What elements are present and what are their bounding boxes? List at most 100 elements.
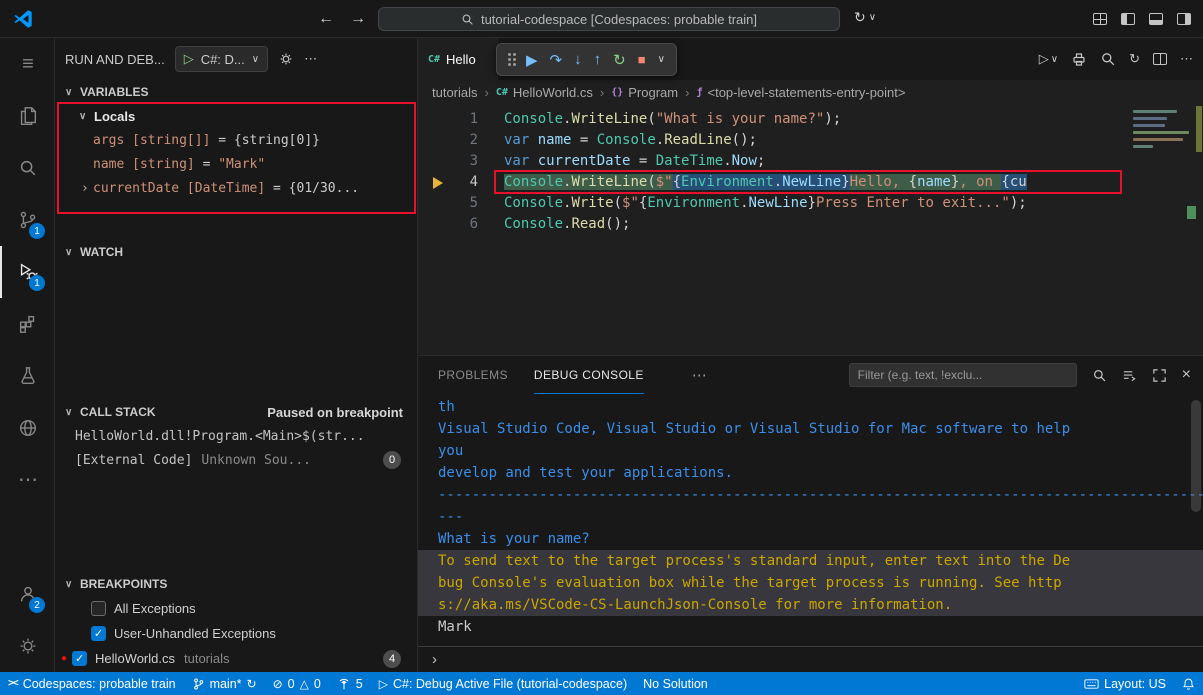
ports-status[interactable]: 5	[329, 672, 371, 695]
stop-button[interactable]: ■	[638, 52, 646, 67]
checkbox[interactable]: ✓	[72, 651, 87, 666]
code-text: Console.Write($"{Environment.NewLine}Pre…	[504, 193, 1027, 214]
refresh-icon[interactable]: ↻	[1129, 51, 1140, 67]
source-control-tab[interactable]: 1	[0, 194, 54, 246]
breakpoint-row[interactable]: All Exceptions	[55, 596, 417, 621]
code-line[interactable]: 4Console.WriteLine($"{Environment.NewLin…	[418, 172, 1203, 193]
editor-tab-helloworld[interactable]: C# Hello	[418, 38, 498, 80]
extensions-tab[interactable]	[0, 298, 54, 350]
watch-header[interactable]: ∨ WATCH	[55, 240, 417, 264]
code-editor[interactable]: 1Console.WriteLine("What is your name?")…	[418, 104, 1203, 355]
checkbox[interactable]: ✓	[91, 626, 106, 641]
debug-status[interactable]: ▷ C#: Debug Active File (tutorial-codesp…	[371, 672, 635, 695]
find-icon[interactable]	[1092, 368, 1107, 383]
remote-indicator[interactable]: >< Codespaces: probable train	[0, 672, 184, 695]
sync-dropdown[interactable]: ↻∨	[854, 9, 876, 26]
code-lines: 1Console.WriteLine("What is your name?")…	[418, 109, 1203, 235]
breakpoint-row[interactable]: ✓User-Unhandled Exceptions	[55, 621, 417, 646]
step-out-button[interactable]: ↑	[594, 51, 602, 68]
start-debug-icon[interactable]: ▷	[184, 51, 194, 67]
testing-tab[interactable]	[0, 350, 54, 402]
settings-button[interactable]	[0, 620, 54, 672]
minimap[interactable]	[1127, 106, 1203, 355]
notifications-bell[interactable]	[1174, 672, 1203, 695]
more-views-button[interactable]: ⋯	[0, 454, 54, 506]
gutter[interactable]	[418, 193, 444, 214]
gutter[interactable]	[418, 109, 444, 130]
code-line[interactable]: 6Console.Read();	[418, 214, 1203, 235]
accounts-button[interactable]: 2	[0, 568, 54, 620]
remote-icon: ><	[8, 678, 18, 689]
callstack-frame[interactable]: [External Code]Unknown Sou...0	[55, 448, 417, 472]
callstack-frame[interactable]: HelloWorld.dll!Program.<Main>$(str...	[55, 424, 417, 448]
problems-status[interactable]: ⊘0 △0	[265, 672, 329, 695]
gutter[interactable]	[418, 172, 444, 193]
clear-console-icon[interactable]	[1122, 368, 1137, 383]
line-number: 3	[444, 151, 478, 172]
panel-tab-debug-console[interactable]: DEBUG CONSOLE	[534, 356, 644, 394]
gutter[interactable]	[418, 151, 444, 172]
debug-console[interactable]: thVisual Studio Code, Visual Studio or V…	[418, 394, 1203, 646]
breadcrumb-item[interactable]: {}Program	[611, 85, 678, 100]
gear-icon[interactable]	[278, 51, 294, 67]
restart-button[interactable]: ↻	[613, 51, 626, 69]
variables-header[interactable]: ∨ VARIABLES	[55, 80, 417, 104]
breadcrumb-item[interactable]: C#HelloWorld.cs	[496, 85, 593, 100]
scm-badge: 1	[29, 223, 45, 239]
checkbox[interactable]	[91, 601, 106, 616]
breadcrumb-item[interactable]: tutorials	[432, 85, 478, 100]
debug-session-dropdown[interactable]: ∨	[658, 54, 665, 65]
gutter[interactable]	[418, 214, 444, 235]
panel-more-tabs[interactable]: ⋯	[692, 366, 707, 384]
remote-explorer-tab[interactable]	[0, 402, 54, 454]
callstack-section: ∨ CALL STACK Paused on breakpoint HelloW…	[55, 400, 417, 572]
step-over-button[interactable]: ↷	[550, 51, 563, 69]
breadcrumbs: tutorials›C#HelloWorld.cs›{}Program›ƒ<to…	[418, 80, 1203, 104]
menu-button[interactable]: ≡	[0, 38, 54, 90]
line-number: 5	[444, 193, 478, 214]
search-tab[interactable]	[0, 142, 54, 194]
solution-status[interactable]: No Solution	[635, 672, 716, 695]
variable-row[interactable]: ›currentDate [DateTime] = {01/30...	[55, 176, 417, 200]
locals-scope[interactable]: ∨ Locals	[55, 104, 417, 128]
drag-handle[interactable]	[508, 53, 516, 66]
explorer-tab[interactable]	[0, 90, 54, 142]
toggle-panel-icon[interactable]	[1149, 13, 1163, 25]
run-button[interactable]: ▷∨	[1039, 51, 1058, 67]
code-line[interactable]: 2var name = Console.ReadLine();	[418, 130, 1203, 151]
more-actions-icon[interactable]: ⋯	[1180, 51, 1193, 67]
console-input-row[interactable]: ›	[418, 646, 1203, 672]
toggle-secondary-sidebar-icon[interactable]	[1177, 13, 1191, 25]
git-branch-status[interactable]: main* ↻	[184, 672, 265, 695]
variable-row[interactable]: args [string[]] = {string[0]}	[55, 128, 417, 152]
code-line[interactable]: 1Console.WriteLine("What is your name?")…	[418, 109, 1203, 130]
continue-button[interactable]: ▶	[526, 51, 538, 69]
customize-layout-icon[interactable]	[1093, 13, 1107, 25]
callstack-header[interactable]: ∨ CALL STACK Paused on breakpoint	[55, 400, 417, 424]
forward-button[interactable]: →	[350, 10, 366, 28]
split-editor-icon[interactable]	[1153, 53, 1167, 65]
debug-config-dropdown[interactable]: ▷ C#: D... ∨	[175, 46, 268, 72]
code-line[interactable]: 3var currentDate = DateTime.Now;	[418, 151, 1203, 172]
run-and-debug-tab[interactable]: 1	[0, 246, 54, 298]
variable-row[interactable]: name [string] = "Mark"	[55, 152, 417, 176]
panel-tab-problems[interactable]: PROBLEMS	[438, 356, 508, 394]
close-panel-icon[interactable]: ×	[1182, 366, 1191, 384]
console-scrollbar[interactable]	[1191, 400, 1201, 512]
breadcrumb-item[interactable]: ƒ<top-level-statements-entry-point>	[696, 85, 905, 100]
code-line[interactable]: 5 Console.Write($"{Environment.NewLine}Pr…	[418, 193, 1203, 214]
command-center-search[interactable]: tutorial-codespace [Codespaces: probable…	[378, 7, 840, 31]
keyboard-layout-status[interactable]: Layout: US	[1076, 672, 1174, 695]
print-icon[interactable]	[1071, 51, 1087, 67]
console-filter-input[interactable]	[849, 363, 1077, 387]
view-more-actions[interactable]: ⋯	[304, 51, 317, 67]
breakpoint-row[interactable]: ●✓HelloWorld.cstutorials4	[55, 646, 417, 671]
maximize-panel-icon[interactable]	[1152, 368, 1167, 383]
back-button[interactable]: ←	[318, 10, 334, 28]
search-editor-icon[interactable]	[1100, 51, 1116, 67]
toggle-sidebar-icon[interactable]	[1121, 13, 1135, 25]
chevron-down-icon: ∨	[252, 54, 259, 65]
breakpoints-header[interactable]: ∨ BREAKPOINTS	[55, 572, 417, 596]
step-into-button[interactable]: ↓	[574, 51, 582, 68]
gutter[interactable]	[418, 130, 444, 151]
